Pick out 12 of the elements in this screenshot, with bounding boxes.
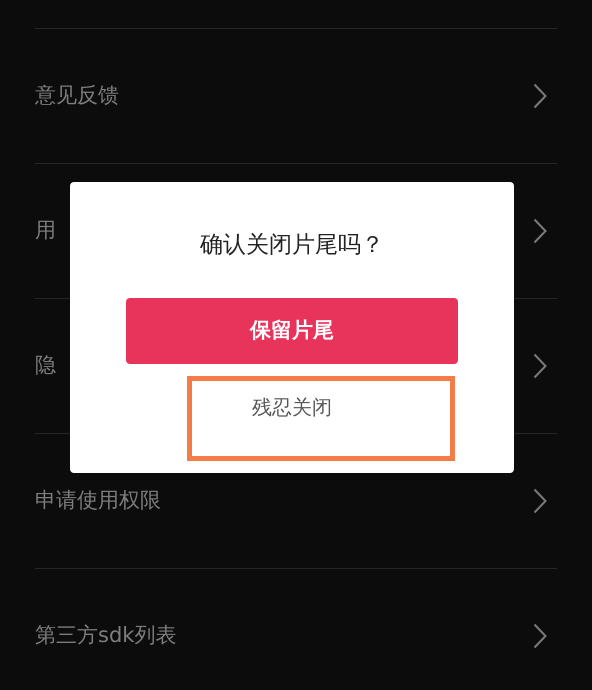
settings-item-label[interactable]: 意见反馈	[35, 80, 119, 112]
settings-item-label[interactable]: 申请使用权限	[35, 485, 161, 517]
chevron-right-icon	[533, 488, 547, 514]
chevron-right-icon	[533, 353, 547, 379]
keep-button[interactable]: 保留片尾	[126, 298, 458, 364]
settings-item-label[interactable]: 用	[35, 215, 56, 247]
chevron-right-icon	[533, 218, 547, 244]
settings-item-label[interactable]: 隐	[35, 350, 56, 382]
dialog-title: 确认关闭片尾吗？	[199, 232, 385, 260]
chevron-right-icon	[533, 623, 547, 649]
settings-item-label[interactable]: 第三方sdk列表	[35, 620, 176, 652]
chevron-right-icon	[533, 83, 547, 109]
